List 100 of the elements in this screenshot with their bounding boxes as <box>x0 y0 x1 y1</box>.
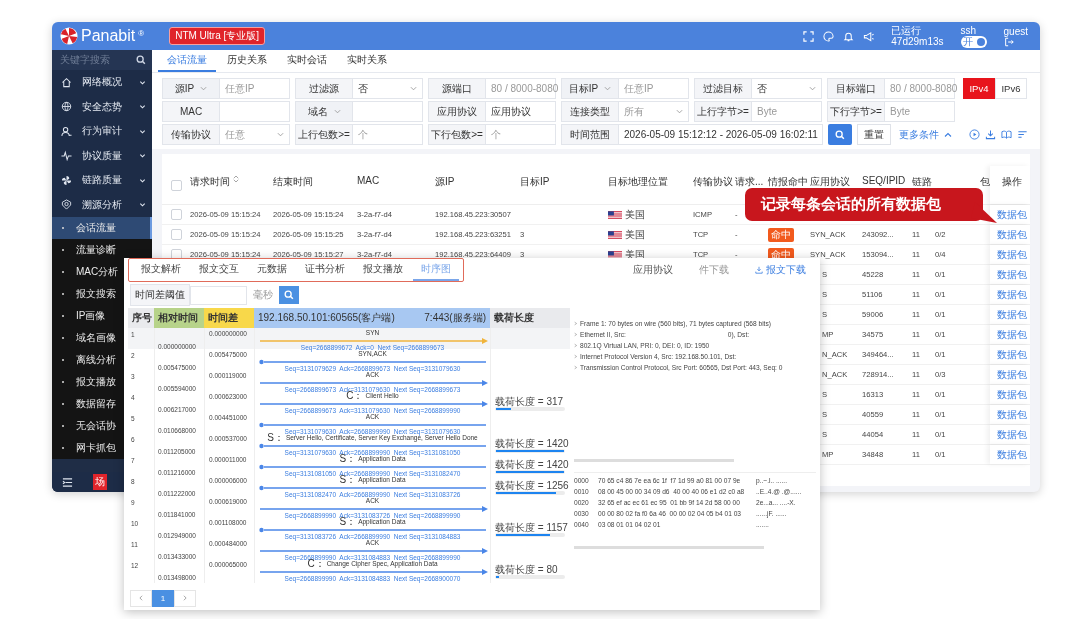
tab[interactable]: 元数据 <box>249 259 295 281</box>
download-icon[interactable] <box>985 129 996 140</box>
menu-icon[interactable] <box>62 476 73 488</box>
payload-length: 载荷长度 = 1256 <box>495 479 567 491</box>
registered-mark: ® <box>138 29 145 38</box>
row-checkbox[interactable] <box>170 209 182 220</box>
tab[interactable]: 历史关系 <box>218 50 276 72</box>
tab[interactable]: 实时关系 <box>338 50 396 72</box>
bell-icon[interactable] <box>843 30 855 42</box>
scene-badge[interactable]: 场 <box>93 474 107 490</box>
payload-length: 载荷长度 = 317 <box>495 395 565 407</box>
chevron-icon <box>139 103 146 111</box>
ssh-label: ssh <box>960 24 977 36</box>
sort-icon[interactable] <box>233 175 239 183</box>
tab[interactable]: 实时会话 <box>278 50 336 72</box>
palette-icon[interactable] <box>823 30 835 42</box>
chevron-icon <box>139 78 146 86</box>
column-header: 请求... <box>735 175 764 189</box>
fullscreen-icon[interactable] <box>803 30 815 42</box>
uptime-value: 47d29m13s <box>891 36 944 47</box>
search-icon[interactable] <box>136 55 146 65</box>
chevron-icon <box>139 152 146 160</box>
previous-page-button[interactable] <box>130 589 152 607</box>
column-header: 时间差 <box>204 308 254 328</box>
column-header: 包 <box>980 175 990 189</box>
column-header: 目标IP <box>520 175 550 189</box>
ip-version-button[interactable]: IPv4 <box>963 78 995 99</box>
ssh-toggle[interactable]: 开 <box>960 35 987 48</box>
payload-length: 载荷长度 = 1420 <box>495 458 567 470</box>
column-header: 情报命中 <box>768 175 808 189</box>
search-button[interactable] <box>279 286 299 304</box>
reset-button[interactable]: 重置 <box>857 124 891 145</box>
column-header: 相对时间 <box>154 308 204 328</box>
column-header: 请求时间 <box>190 175 230 189</box>
shield-icon <box>61 199 72 211</box>
event-side: S： <box>267 433 284 443</box>
select-all-checkbox[interactable] <box>170 179 182 191</box>
user-icon <box>61 125 72 137</box>
scrollbar[interactable] <box>574 546 764 549</box>
server-label: 7:443(服务端) <box>424 311 486 325</box>
column-header: 应用协议 <box>810 175 850 189</box>
sidebar-subitem[interactable]: 会话流量 <box>52 217 152 239</box>
payload-length: 载荷长度 = 1157 <box>495 521 567 533</box>
search-icon <box>284 290 294 300</box>
logout-icon[interactable] <box>1003 36 1014 47</box>
pinwheel-icon <box>61 174 72 186</box>
callout: 记录每条会话的所有数据包 <box>745 188 997 224</box>
book-icon[interactable] <box>1001 129 1012 140</box>
threshold-label: 时间差阈值 <box>130 284 190 306</box>
download-icon <box>755 266 763 274</box>
tab[interactable]: 报文交互 <box>191 259 247 281</box>
edition-badge: NTM Ultra [专业版] <box>169 27 266 45</box>
column-header: 源IP <box>435 175 455 189</box>
next-page-button[interactable] <box>174 589 196 607</box>
column-header: 结束时间 <box>273 175 313 189</box>
chevron-right-icon <box>182 595 188 601</box>
hit-badge: 命中 <box>768 227 794 242</box>
play-icon[interactable] <box>969 129 980 140</box>
scrollbar[interactable] <box>574 459 734 462</box>
table-cell: 美国 <box>625 227 645 242</box>
column-header: 链路 <box>912 175 932 189</box>
home-icon <box>61 76 72 88</box>
flag-icon <box>608 230 622 239</box>
payload-length: 载荷长度 = 80 <box>495 563 559 575</box>
column-header: MAC <box>357 175 380 186</box>
globe-icon <box>61 101 72 113</box>
payload-length: 载荷长度 = 1420 <box>495 437 567 449</box>
ip-version-button[interactable]: IPv6 <box>995 78 1027 99</box>
threshold-input[interactable] <box>190 285 247 305</box>
search-button[interactable] <box>828 124 852 145</box>
client-label: 192.168.50.101:60565(客户端) <box>258 311 395 325</box>
chevron-icon <box>139 176 146 184</box>
column-header: 目标地理位置 <box>608 175 668 189</box>
pulse-icon <box>61 150 72 162</box>
column-header: 传输协议 <box>693 175 733 189</box>
packet-download-link[interactable]: 报文下载 <box>755 263 806 277</box>
table-cell: 美国 <box>625 207 645 222</box>
column-header: 序号 <box>128 308 154 328</box>
megaphone-icon[interactable] <box>863 30 875 42</box>
flag-icon <box>608 250 622 259</box>
protocol-label: 应用协议 <box>633 263 673 277</box>
search-icon <box>835 129 845 140</box>
user-name: guest <box>1003 25 1028 37</box>
uptime-label: 已运行 <box>891 25 922 36</box>
row-checkbox[interactable] <box>170 229 182 240</box>
chevron-icon <box>139 127 146 135</box>
chevron-up-icon[interactable] <box>944 130 952 139</box>
more-filters-link[interactable]: 更多条件 <box>899 127 939 142</box>
tab[interactable]: 报文播放 <box>355 259 411 281</box>
chevron-left-icon <box>138 595 144 601</box>
flag-icon <box>608 210 622 219</box>
pinwheel-logo-icon <box>60 27 78 45</box>
sidebar-subitem[interactable]: 流量诊断 <box>52 239 152 261</box>
column-header: 操作 <box>1001 175 1022 189</box>
brand-name: Panabit <box>81 27 136 45</box>
unit-label: 毫秒 <box>253 288 273 302</box>
column-header: 载荷长度 <box>490 308 570 328</box>
tab[interactable]: 证书分析 <box>297 259 353 281</box>
list-icon[interactable] <box>1017 129 1028 140</box>
chevron-icon <box>139 201 146 209</box>
